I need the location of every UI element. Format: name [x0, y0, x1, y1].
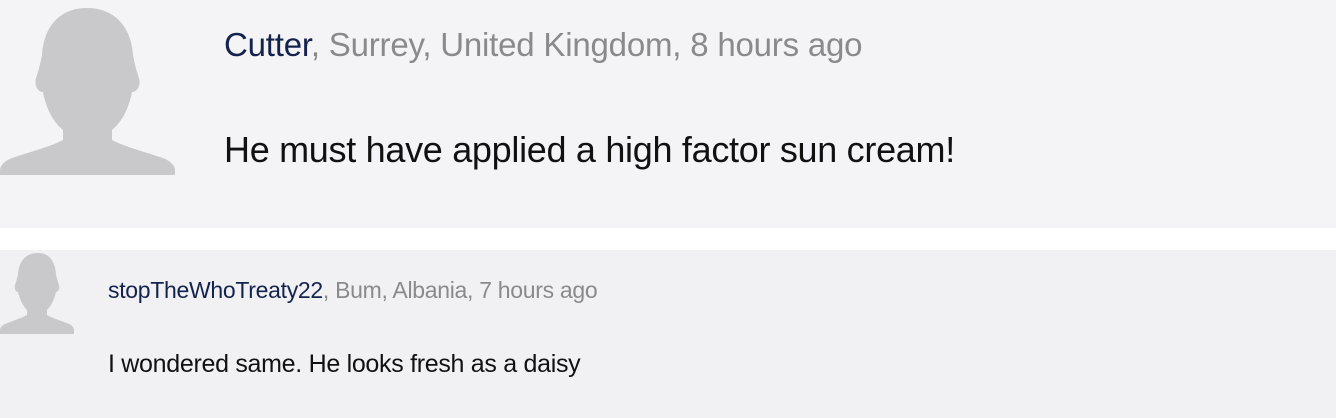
- comment-item: Cutter, Surrey, United Kingdom, 8 hours …: [0, 0, 1336, 228]
- comment-author[interactable]: stopTheWhoTreaty22: [108, 277, 323, 303]
- comment-body: I wondered same. He looks fresh as a dai…: [108, 350, 581, 378]
- comment-author[interactable]: Cutter: [224, 26, 311, 63]
- comment-meta: stopTheWhoTreaty22, Bum, Albania, 7 hour…: [108, 277, 598, 304]
- comment-location-time: , Bum, Albania, 7 hours ago: [322, 277, 598, 303]
- default-user-silhouette-icon: [0, 8, 175, 175]
- comment-location-time: , Surrey, United Kingdom, 8 hours ago: [310, 26, 863, 63]
- comment-item: [0, 250, 1336, 418]
- user-avatar-icon[interactable]: [0, 250, 74, 334]
- user-avatar-icon[interactable]: [0, 0, 175, 175]
- comment-meta: Cutter, Surrey, United Kingdom, 8 hours …: [224, 26, 863, 64]
- comment-body: He must have applied a high factor sun c…: [224, 129, 955, 170]
- default-user-silhouette-icon: [0, 253, 74, 334]
- comment-divider: [0, 228, 1336, 250]
